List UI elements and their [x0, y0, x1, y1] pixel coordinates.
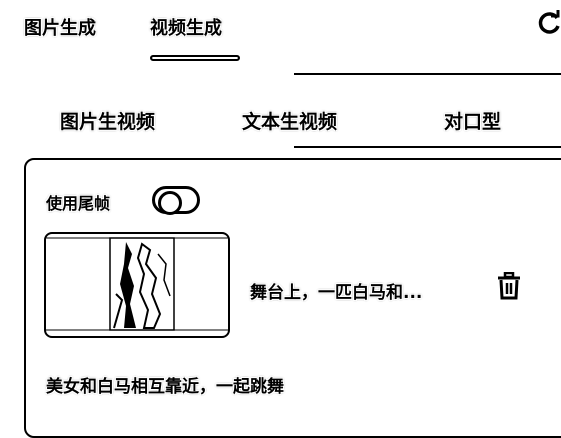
- tab-video-generation[interactable]: 视频生成: [150, 14, 222, 40]
- active-tab-indicator: [150, 55, 240, 61]
- thumbnail-image: [46, 237, 228, 331]
- tab-image-generation[interactable]: 图片生成: [24, 14, 96, 40]
- use-tail-frame-toggle[interactable]: [152, 186, 200, 215]
- uploaded-image-thumbnail[interactable]: [44, 232, 230, 338]
- tab-image-to-video[interactable]: 图片生视频: [60, 107, 155, 134]
- tab-text-to-video[interactable]: 文本生视频: [242, 107, 337, 134]
- toggle-knob: [158, 191, 182, 215]
- use-tail-frame-label: 使用尾帧: [46, 194, 111, 213]
- prompt-description[interactable]: 美女和白马相互靠近，一起跳舞: [46, 372, 284, 397]
- header-divider: [294, 73, 561, 75]
- refresh-icon[interactable]: [537, 10, 561, 38]
- subtab-divider: [294, 146, 561, 148]
- prompt-preview-text: 舞台上，一匹白马和...: [250, 283, 423, 303]
- trash-icon[interactable]: [497, 272, 521, 300]
- tab-lip-sync[interactable]: 对口型: [444, 107, 501, 134]
